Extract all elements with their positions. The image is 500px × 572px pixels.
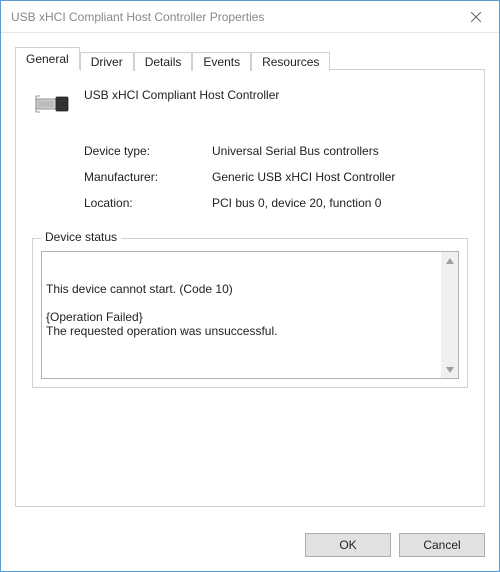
tab-events[interactable]: Events: [192, 52, 251, 71]
ok-button[interactable]: OK: [305, 533, 391, 557]
tab-strip: General Driver Details Events Resources: [15, 47, 485, 69]
device-status-group: Device status This device cannot start. …: [32, 238, 468, 388]
dialog-button-row: OK Cancel: [305, 533, 485, 557]
scroll-up-icon[interactable]: [441, 252, 458, 269]
tab-label: Events: [203, 55, 240, 69]
tab-driver[interactable]: Driver: [80, 52, 134, 71]
tab-general[interactable]: General: [15, 47, 80, 70]
window-title: USB xHCI Compliant Host Controller Prope…: [11, 10, 453, 24]
properties-dialog: USB xHCI Compliant Host Controller Prope…: [0, 0, 500, 572]
manufacturer-label: Manufacturer:: [84, 170, 204, 184]
tab-panel-general: USB xHCI Compliant Host Controller Devic…: [15, 69, 485, 507]
location-value: PCI bus 0, device 20, function 0: [212, 196, 468, 210]
device-status-text: This device cannot start. (Code 10) {Ope…: [46, 282, 454, 338]
tab-details[interactable]: Details: [134, 52, 193, 71]
device-name: USB xHCI Compliant Host Controller: [84, 84, 279, 102]
manufacturer-value: Generic USB xHCI Host Controller: [212, 170, 468, 184]
button-label: Cancel: [423, 538, 460, 552]
scrollbar[interactable]: [441, 252, 458, 378]
cancel-button[interactable]: Cancel: [399, 533, 485, 557]
device-info-grid: Device type: Universal Serial Bus contro…: [84, 144, 468, 210]
tab-label: Details: [145, 55, 182, 69]
tab-label: General: [26, 52, 69, 66]
tab-resources[interactable]: Resources: [251, 52, 330, 71]
close-icon: [471, 12, 481, 22]
tab-label: Resources: [262, 55, 319, 69]
device-status-textbox[interactable]: This device cannot start. (Code 10) {Ope…: [41, 251, 459, 379]
close-button[interactable]: [453, 1, 499, 32]
location-label: Location:: [84, 196, 204, 210]
button-label: OK: [339, 538, 356, 552]
dialog-content: General Driver Details Events Resources …: [1, 33, 499, 507]
device-type-value: Universal Serial Bus controllers: [212, 144, 468, 158]
tab-label: Driver: [91, 55, 123, 69]
device-status-legend: Device status: [41, 230, 121, 244]
usb-connector-icon: [34, 86, 70, 122]
device-type-label: Device type:: [84, 144, 204, 158]
titlebar[interactable]: USB xHCI Compliant Host Controller Prope…: [1, 1, 499, 33]
scroll-down-icon[interactable]: [441, 361, 458, 378]
device-header: USB xHCI Compliant Host Controller: [32, 84, 468, 122]
